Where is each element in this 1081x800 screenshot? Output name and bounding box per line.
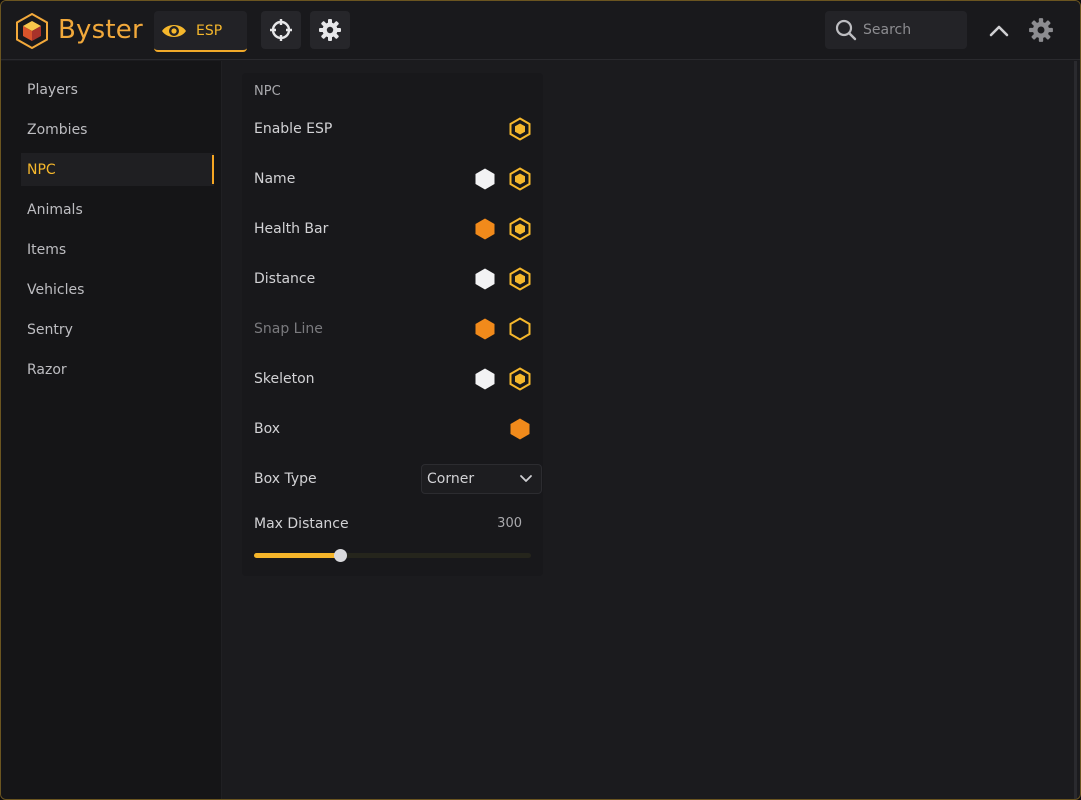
collapse-chevron-up-icon[interactable]: [987, 19, 1011, 43]
setting-controls: [508, 117, 532, 141]
toggle-on-hexagon-icon[interactable]: [508, 117, 532, 141]
setting-row-box: Box: [254, 414, 532, 444]
search-icon: [835, 19, 857, 41]
toggle-on-hexagon-icon[interactable]: [508, 167, 532, 191]
app-window: Byster ESP Search Players Zombies NPC An…: [0, 0, 1081, 800]
setting-row-max-distance: Max Distance 300: [254, 509, 532, 539]
setting-controls: [508, 417, 532, 441]
sidebar-item-label: Razor: [27, 361, 67, 378]
gear-icon: [319, 19, 341, 41]
sidebar-item-label: Animals: [27, 201, 83, 218]
toggle-on-hexagon-icon[interactable]: [508, 367, 532, 391]
settings-gear-icon[interactable]: [1028, 17, 1054, 43]
sidebar-item-sentry[interactable]: Sentry: [21, 313, 214, 346]
brand-title: Byster: [58, 15, 143, 45]
slider-fill: [254, 553, 340, 558]
sidebar-item-players[interactable]: Players: [21, 73, 214, 106]
setting-controls: [473, 317, 532, 341]
npc-settings-panel: NPC Enable ESP Name Health Bar Distance …: [242, 73, 543, 576]
chevron-down-icon: [520, 475, 532, 482]
setting-label: Box Type: [254, 471, 317, 487]
setting-controls: [473, 267, 532, 291]
tab-aim[interactable]: [261, 11, 301, 49]
setting-label: Name: [254, 171, 296, 187]
toggle-on-hexagon-icon[interactable]: [508, 217, 532, 241]
sidebar-item-zombies[interactable]: Zombies: [21, 113, 214, 146]
sidebar-item-label: Sentry: [27, 321, 73, 338]
search-input[interactable]: [863, 22, 959, 38]
sidebar-item-label: Players: [27, 81, 78, 98]
setting-controls: [473, 367, 532, 391]
sidebar-item-npc[interactable]: NPC: [21, 153, 214, 186]
sidebar-item-items[interactable]: Items: [21, 233, 214, 266]
sidebar-item-razor[interactable]: Razor: [21, 353, 214, 386]
sidebar-item-label: Zombies: [27, 121, 88, 138]
setting-label: Max Distance: [254, 516, 349, 532]
toggle-on-hexagon-icon[interactable]: [508, 267, 532, 291]
slider-thumb[interactable]: [333, 549, 347, 562]
setting-row-skeleton: Skeleton: [254, 364, 532, 394]
max-distance-value: 300: [497, 516, 522, 531]
setting-label: Distance: [254, 271, 316, 287]
setting-label: Health Bar: [254, 221, 329, 237]
sidebar: Players Zombies NPC Animals Items Vehicl…: [1, 61, 222, 799]
sidebar-item-label: Items: [27, 241, 67, 258]
setting-label: Skeleton: [254, 371, 315, 387]
setting-row-snap-line: Snap Line: [254, 314, 532, 344]
tab-esp-label: ESP: [196, 22, 223, 39]
tab-settings[interactable]: [310, 11, 350, 49]
sidebar-item-label: Vehicles: [27, 281, 85, 298]
orange-color-swatch-icon[interactable]: [473, 317, 497, 341]
orange-color-swatch-icon[interactable]: [473, 217, 497, 241]
orange-color-swatch-icon[interactable]: [508, 417, 532, 441]
search-box[interactable]: [825, 11, 967, 49]
setting-controls: [473, 167, 532, 191]
setting-row-box-type: Box Type Corner: [254, 464, 542, 494]
top-bar: Byster ESP: [1, 1, 1080, 60]
setting-row-name: Name: [254, 164, 532, 194]
max-distance-slider[interactable]: [254, 549, 531, 562]
toggle-off-hexagon-icon[interactable]: [508, 317, 532, 341]
setting-label: Snap Line: [254, 321, 323, 337]
box-type-value: Corner: [427, 471, 475, 487]
white-color-swatch-icon[interactable]: [473, 267, 497, 291]
sidebar-item-label: NPC: [27, 161, 56, 178]
scrollbar[interactable]: [1074, 61, 1077, 799]
tab-esp[interactable]: ESP: [154, 11, 247, 52]
crosshair-icon: [270, 19, 292, 41]
panel-title: NPC: [254, 84, 281, 99]
setting-label: Box: [254, 421, 281, 437]
setting-row-distance: Distance: [254, 264, 532, 294]
setting-row-health-bar: Health Bar: [254, 214, 532, 244]
setting-row-enable-esp: Enable ESP: [254, 114, 532, 144]
box-type-select[interactable]: Corner: [421, 464, 542, 494]
setting-controls: [473, 217, 532, 241]
setting-label: Enable ESP: [254, 121, 333, 137]
byster-logo-icon: [16, 13, 48, 49]
white-color-swatch-icon[interactable]: [473, 167, 497, 191]
eye-icon: [162, 24, 186, 37]
sidebar-item-vehicles[interactable]: Vehicles: [21, 273, 214, 306]
sidebar-item-animals[interactable]: Animals: [21, 193, 214, 226]
white-color-swatch-icon[interactable]: [473, 367, 497, 391]
